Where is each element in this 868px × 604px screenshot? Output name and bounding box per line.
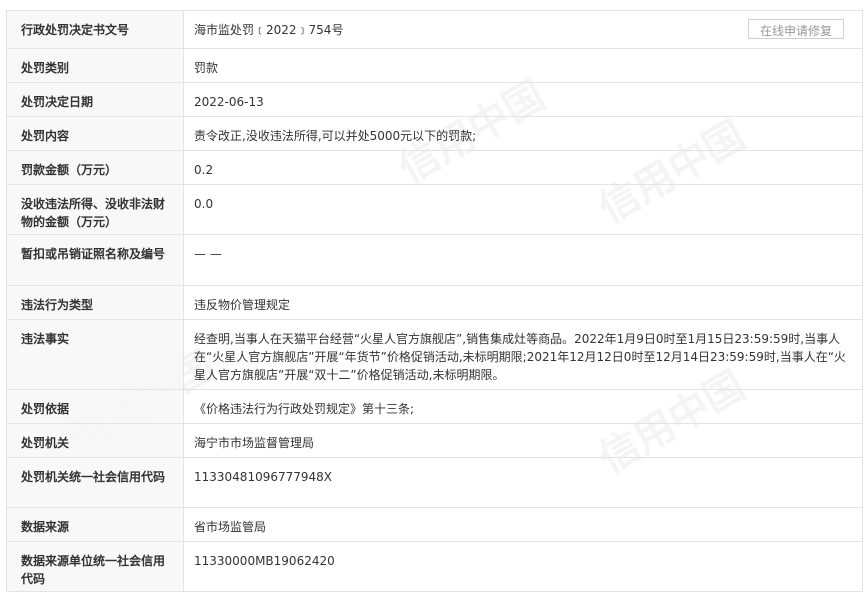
row-value: 责令改正,没收违法所得,可以并处5000元以下的罚款;: [183, 116, 863, 151]
row-value: 0.2: [183, 150, 863, 185]
table-row: 处罚机关统一社会信用代码 11330481096777948X: [6, 457, 863, 508]
row-value: 省市场监管局: [183, 507, 863, 542]
table-row: 行政处罚决定书文号 海市监处罚﹝2022﹞754号 在线申请修复: [6, 10, 863, 49]
row-label: 处罚类别: [6, 48, 184, 83]
row-value: 《价格违法行为行政处罚规定》第十三条;: [183, 389, 863, 424]
row-value: 0.0: [183, 184, 863, 235]
row-label: 处罚内容: [6, 116, 184, 151]
row-label: 数据来源: [6, 507, 184, 542]
row-label: 处罚机关: [6, 423, 184, 458]
table-row: 处罚决定日期 2022-06-13: [6, 82, 863, 117]
table-row: 处罚类别 罚款: [6, 48, 863, 83]
row-value: — —: [183, 234, 863, 286]
table-row: 罚款金额（万元） 0.2: [6, 150, 863, 185]
table-row: 处罚内容 责令改正,没收违法所得,可以并处5000元以下的罚款;: [6, 116, 863, 151]
row-value: 11330000MB19062420: [183, 541, 863, 592]
table-row: 违法事实 经查明,当事人在天猫平台经营“火星人官方旗舰店”,销售集成灶等商品。2…: [6, 319, 863, 390]
row-label: 违法事实: [6, 319, 184, 390]
row-label: 违法行为类型: [6, 285, 184, 320]
row-label: 行政处罚决定书文号: [6, 10, 184, 49]
table-row: 数据来源 省市场监管局: [6, 507, 863, 542]
online-repair-button[interactable]: 在线申请修复: [748, 19, 844, 39]
row-label: 处罚机关统一社会信用代码: [6, 457, 184, 508]
table-row: 数据来源单位统一社会信用代码 11330000MB19062420: [6, 541, 863, 592]
row-value: 海市监处罚﹝2022﹞754号: [194, 23, 344, 37]
row-value: 2022-06-13: [183, 82, 863, 117]
table-row: 违法行为类型 违反物价管理规定: [6, 285, 863, 320]
table-row: 没收违法所得、没收非法财物的金额（万元） 0.0: [6, 184, 863, 235]
row-value: 11330481096777948X: [183, 457, 863, 508]
row-value-cell: 海市监处罚﹝2022﹞754号 在线申请修复: [183, 10, 863, 49]
row-value: 罚款: [183, 48, 863, 83]
row-label: 没收违法所得、没收非法财物的金额（万元）: [6, 184, 184, 235]
row-label: 暂扣或吊销证照名称及编号: [6, 234, 184, 286]
row-label: 处罚依据: [6, 389, 184, 424]
row-value: 海宁市市场监督管理局: [183, 423, 863, 458]
table-row: 处罚依据 《价格违法行为行政处罚规定》第十三条;: [6, 389, 863, 424]
row-value: 经查明,当事人在天猫平台经营“火星人官方旗舰店”,销售集成灶等商品。2022年1…: [183, 319, 863, 390]
table-row: 暂扣或吊销证照名称及编号 — —: [6, 234, 863, 286]
row-label: 罚款金额（万元）: [6, 150, 184, 185]
row-label: 处罚决定日期: [6, 82, 184, 117]
penalty-detail-table: 行政处罚决定书文号 海市监处罚﹝2022﹞754号 在线申请修复 处罚类别 罚款…: [6, 10, 863, 592]
row-label: 数据来源单位统一社会信用代码: [6, 541, 184, 592]
row-value: 违反物价管理规定: [183, 285, 863, 320]
table-row: 处罚机关 海宁市市场监督管理局: [6, 423, 863, 458]
